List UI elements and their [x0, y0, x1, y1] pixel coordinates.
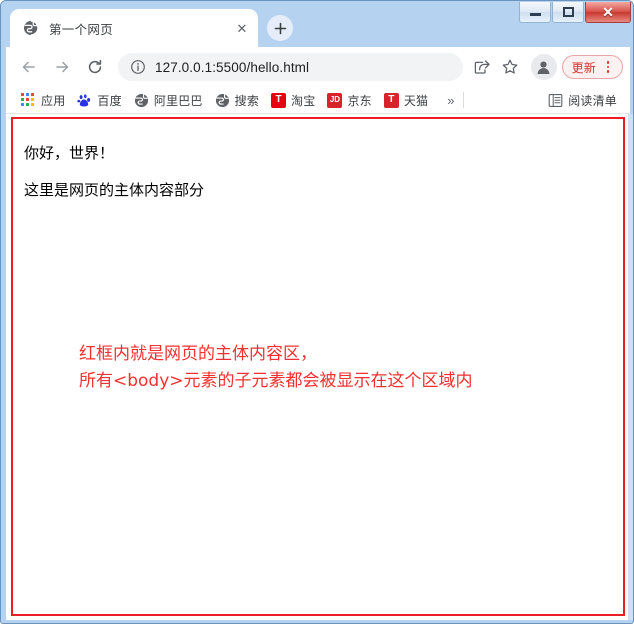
forward-button[interactable] [48, 53, 76, 81]
reading-list-label: 阅读清单 [568, 93, 617, 108]
annotation-line-1: 红框内就是网页的主体内容区， [79, 344, 317, 364]
page-viewport[interactable]: 你好，世界！ 这里是网页的主体内容部分 红框内就是网页的主体内容区， 所有<bo… [6, 114, 630, 620]
window-controls: ✕ [518, 2, 631, 24]
bookmarks-divider [463, 92, 465, 108]
bookmark-star-button[interactable] [497, 54, 523, 80]
chrome-menu-icon[interactable] [601, 61, 615, 73]
baidu-paw-icon [77, 93, 92, 108]
dot [606, 70, 610, 73]
bookmark-label: 阿里巴巴 [153, 93, 203, 108]
tab-title: 第一个网页 [49, 22, 114, 37]
update-label: 更新 [571, 60, 596, 75]
plus-icon [274, 22, 286, 34]
address-bar[interactable]: 127.0.0.1:5500/hello.html [118, 53, 463, 81]
body-highlight-box: 你好，世界！ 这里是网页的主体内容部分 红框内就是网页的主体内容区， 所有<bo… [11, 117, 625, 616]
dot [606, 61, 610, 64]
arrow-left-icon [22, 61, 35, 73]
globe-icon [215, 93, 230, 108]
info-circle-icon[interactable] [130, 59, 146, 75]
close-icon[interactable]: ✕ [232, 18, 252, 38]
tmall-icon: T [383, 92, 399, 108]
bookmark-label: 淘宝 [291, 93, 316, 108]
globe-icon [134, 93, 149, 108]
reading-list-icon [548, 93, 563, 108]
page-paragraph-1: 你好，世界！ [24, 144, 115, 162]
taobao-icon: T [271, 92, 287, 108]
back-button[interactable] [15, 53, 43, 81]
tab-strip: 第一个网页 ✕ ✕ [1, 1, 633, 47]
star-icon [502, 59, 517, 74]
share-button[interactable] [469, 54, 495, 80]
bookmark-apps[interactable]: 应用 [16, 89, 70, 111]
dot [606, 65, 610, 69]
bookmark-item-tmall[interactable]: T 天猫 [379, 89, 433, 111]
reload-icon [88, 59, 102, 74]
maximize-icon [562, 7, 574, 17]
page-paragraph-2: 这里是网页的主体内容部分 [24, 181, 205, 199]
annotation-line-2: 所有<body>元素的子元素都会被显示在这个区域内 [79, 371, 473, 391]
bookmark-item-alibaba[interactable]: 阿里巴巴 [129, 89, 208, 111]
jd-icon: JD [327, 92, 343, 108]
maximize-button[interactable] [552, 2, 584, 23]
share-icon [474, 60, 490, 74]
url-text: 127.0.0.1:5500/hello.html [155, 59, 310, 75]
browser-tab[interactable]: 第一个网页 ✕ [10, 9, 258, 47]
bookmark-item-taobao[interactable]: T 淘宝 [266, 89, 320, 111]
globe-icon [23, 20, 39, 36]
minimize-button[interactable] [519, 2, 551, 23]
close-icon: ✕ [602, 4, 614, 20]
arrow-right-icon [56, 61, 69, 73]
bookmark-label: 百度 [97, 93, 122, 108]
apps-grid-icon [21, 93, 35, 107]
new-tab-button[interactable] [267, 15, 293, 41]
annotation-text: 红框内就是网页的主体内容区， 所有<body>元素的子元素都会被显示在这个区域内 [79, 341, 473, 395]
browser-toolbar: 127.0.0.1:5500/hello.html 更新 [6, 47, 630, 87]
bookmark-label: 天猫 [403, 93, 429, 108]
minimize-icon [529, 13, 541, 16]
profile-avatar[interactable] [530, 54, 557, 80]
bookmark-item-baidu[interactable]: 百度 [72, 89, 126, 111]
reading-list-button[interactable]: 阅读清单 [543, 89, 622, 111]
browser-window: 第一个网页 ✕ ✕ 127.0.0.1:5500/hello.html 更新 应… [0, 0, 634, 624]
avatar-icon [537, 61, 550, 74]
bookmark-label: 京东 [347, 93, 372, 108]
reload-button[interactable] [81, 53, 109, 81]
bookmarks-bar: 应用 百度 阿里巴巴 搜索 T 淘宝 JD 京东 T 天猫 » 阅读清单 [6, 87, 630, 114]
window-right-gutter [628, 114, 633, 620]
bookmark-item-jd[interactable]: JD 京东 [322, 89, 376, 111]
bookmarks-overflow-button[interactable]: » [441, 93, 460, 108]
bookmark-label: 搜索 [234, 93, 260, 108]
bookmark-item-search[interactable]: 搜索 [210, 89, 264, 111]
bookmark-label: 应用 [41, 93, 66, 108]
update-button[interactable]: 更新 [561, 55, 623, 79]
close-window-button[interactable]: ✕ [585, 2, 631, 23]
